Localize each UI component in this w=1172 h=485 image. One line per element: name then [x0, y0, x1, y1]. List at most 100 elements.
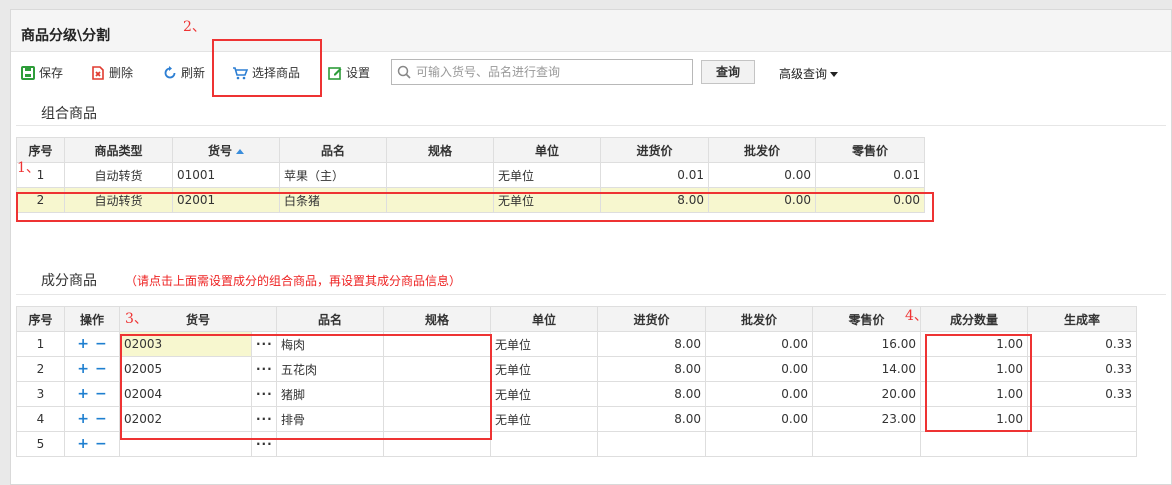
table-row[interactable]: 1 自动转货 01001 苹果（主） 无单位 0.01 0.00 0.01 — [16, 162, 925, 188]
cell-name: 猪脚 — [276, 381, 385, 407]
components-hint: （请点击上面需设置成分的组合商品，再设置其成分商品信息） — [125, 274, 462, 288]
cell-rate: 0.33 — [1027, 331, 1138, 357]
cell-lookup: ··· — [250, 406, 278, 432]
settings-label: 设置 — [346, 66, 371, 80]
cell-retail: 16.00 — [812, 331, 922, 357]
remove-row-button[interactable]: − — [95, 411, 107, 427]
cell-name: 五花肉 — [276, 356, 385, 382]
cell-spec — [383, 331, 492, 357]
cell-no: 5 — [16, 431, 65, 457]
sort-asc-icon — [236, 148, 244, 154]
col-header: 单位 — [490, 306, 599, 332]
table-row[interactable]: 3 + −02004 ··· 猪脚 无单位 8.00 0.00 20.00 1.00 0.33 — [16, 381, 1138, 407]
remove-row-button[interactable]: − — [95, 361, 107, 377]
remove-row-button[interactable]: − — [95, 336, 107, 352]
cart-icon — [233, 67, 248, 80]
cell-quantity-input[interactable] — [920, 431, 1029, 457]
cell-operations: + − — [64, 356, 120, 382]
add-row-button[interactable]: + — [77, 411, 89, 427]
cell-type: 自动转货 — [64, 162, 173, 188]
cell-name: 排骨 — [276, 406, 385, 432]
cell-code-input[interactable]: 02005 — [119, 356, 252, 382]
cell-code: 02001 — [172, 187, 280, 213]
cell-unit — [490, 431, 599, 457]
cell-retail: 0.00 — [815, 187, 925, 213]
page-title: 商品分级\分割 — [21, 28, 111, 44]
col-header: 商品类型 — [64, 137, 173, 163]
combo-section-title: 组合商品 — [41, 106, 97, 122]
advanced-query-dropdown[interactable]: 高级查询 — [779, 65, 839, 82]
col-header: 成分数量 — [920, 306, 1029, 332]
cell-code-input[interactable]: 02004 — [119, 381, 252, 407]
table-row[interactable]: 2 + −02005 ··· 五花肉 无单位 8.00 0.00 14.00 1.00 0.33 — [16, 356, 1138, 382]
cell-spec — [383, 356, 492, 382]
cell-spec — [383, 431, 492, 457]
lookup-button[interactable]: ··· — [256, 412, 272, 426]
cell-wholesale: 0.00 — [705, 381, 814, 407]
settings-button[interactable]: 设置 — [328, 64, 370, 82]
search-input[interactable] — [416, 63, 688, 81]
combo-goods-table: 序号 商品类型 货号 品名 规格 单位 进货价 批发价 零售价 1 自动转货 0… — [16, 137, 925, 213]
col-header: 零售价 — [815, 137, 925, 163]
col-header-sortable[interactable]: 货号 — [172, 137, 280, 163]
save-button[interactable]: 保存 — [21, 64, 63, 82]
table-row-selected[interactable]: 2 自动转货 02001 白条猪 无单位 8.00 0.00 0.00 — [16, 187, 925, 213]
col-header: 批发价 — [708, 137, 816, 163]
cell-type: 自动转货 — [64, 187, 173, 213]
cell-rate: 0.33 — [1027, 381, 1138, 407]
main-window: 商品分级\分割 保存 删除 刷新 选择商品 设置 查询 高级查询 — [10, 9, 1172, 485]
components-section-title: 成分商品 — [41, 273, 97, 289]
cell-rate — [1027, 406, 1138, 432]
delete-button[interactable]: 删除 — [91, 64, 133, 82]
cell-quantity-input[interactable]: 1.00 — [920, 406, 1029, 432]
cell-purchase: 8.00 — [597, 356, 707, 382]
cell-name: 白条猪 — [279, 187, 387, 213]
cell-no: 1 — [16, 331, 65, 357]
cell-purchase: 8.00 — [597, 381, 707, 407]
cell-lookup: ··· — [250, 381, 278, 407]
lookup-button[interactable]: ··· — [256, 362, 272, 376]
table-row[interactable]: 4 + −02002 ··· 排骨 无单位 8.00 0.00 23.00 1.00 — [16, 406, 1138, 432]
save-label: 保存 — [39, 66, 64, 80]
cell-rate — [1027, 431, 1138, 457]
annotation-label-3: 3、 — [125, 311, 148, 327]
cell-unit: 无单位 — [490, 381, 599, 407]
remove-row-button[interactable]: − — [95, 436, 107, 452]
add-row-button[interactable]: + — [77, 436, 89, 452]
cell-operations: + − — [64, 331, 120, 357]
table-row[interactable]: 1 + −02003 ··· 梅肉 无单位 8.00 0.00 16.00 1.00 0.33 — [16, 331, 1138, 357]
cell-quantity-input[interactable]: 1.00 — [920, 356, 1029, 382]
edit-settings-icon — [328, 67, 342, 80]
cell-quantity-input[interactable]: 1.00 — [920, 331, 1029, 357]
lookup-button[interactable]: ··· — [256, 337, 272, 351]
refresh-button[interactable]: 刷新 — [163, 64, 205, 82]
cell-quantity-input[interactable]: 1.00 — [920, 381, 1029, 407]
cell-operations: + − — [64, 431, 120, 457]
remove-row-button[interactable]: − — [95, 386, 107, 402]
add-row-button[interactable]: + — [77, 336, 89, 352]
search-box — [391, 59, 693, 85]
col-header-label: 货号 — [207, 143, 232, 158]
cell-code-input[interactable] — [119, 431, 252, 457]
cell-no: 2 — [16, 187, 65, 213]
cell-unit: 无单位 — [493, 187, 601, 213]
cell-code-input[interactable]: 02003 — [119, 331, 252, 357]
save-icon — [21, 66, 35, 80]
components-body: 1 + −02003 ··· 梅肉 无单位 8.00 0.00 16.00 1.00 0.33 2 + −… — [16, 331, 1138, 457]
cell-unit: 无单位 — [490, 356, 599, 382]
select-goods-button[interactable]: 选择商品 — [232, 64, 300, 82]
cell-retail: 23.00 — [812, 406, 922, 432]
cell-operations: + − — [64, 406, 120, 432]
delete-icon — [92, 66, 104, 80]
annotation-label-2: 2、 — [183, 19, 206, 35]
col-header: 规格 — [386, 137, 494, 163]
query-button[interactable]: 查询 — [701, 60, 755, 84]
add-row-button[interactable]: + — [77, 361, 89, 377]
chevron-down-icon — [830, 72, 839, 77]
table-row[interactable]: 5 + − ··· — [16, 431, 1138, 457]
add-row-button[interactable]: + — [77, 386, 89, 402]
cell-code-input[interactable]: 02002 — [119, 406, 252, 432]
lookup-button[interactable]: ··· — [256, 437, 272, 451]
lookup-button[interactable]: ··· — [256, 387, 272, 401]
divider — [16, 294, 1166, 295]
